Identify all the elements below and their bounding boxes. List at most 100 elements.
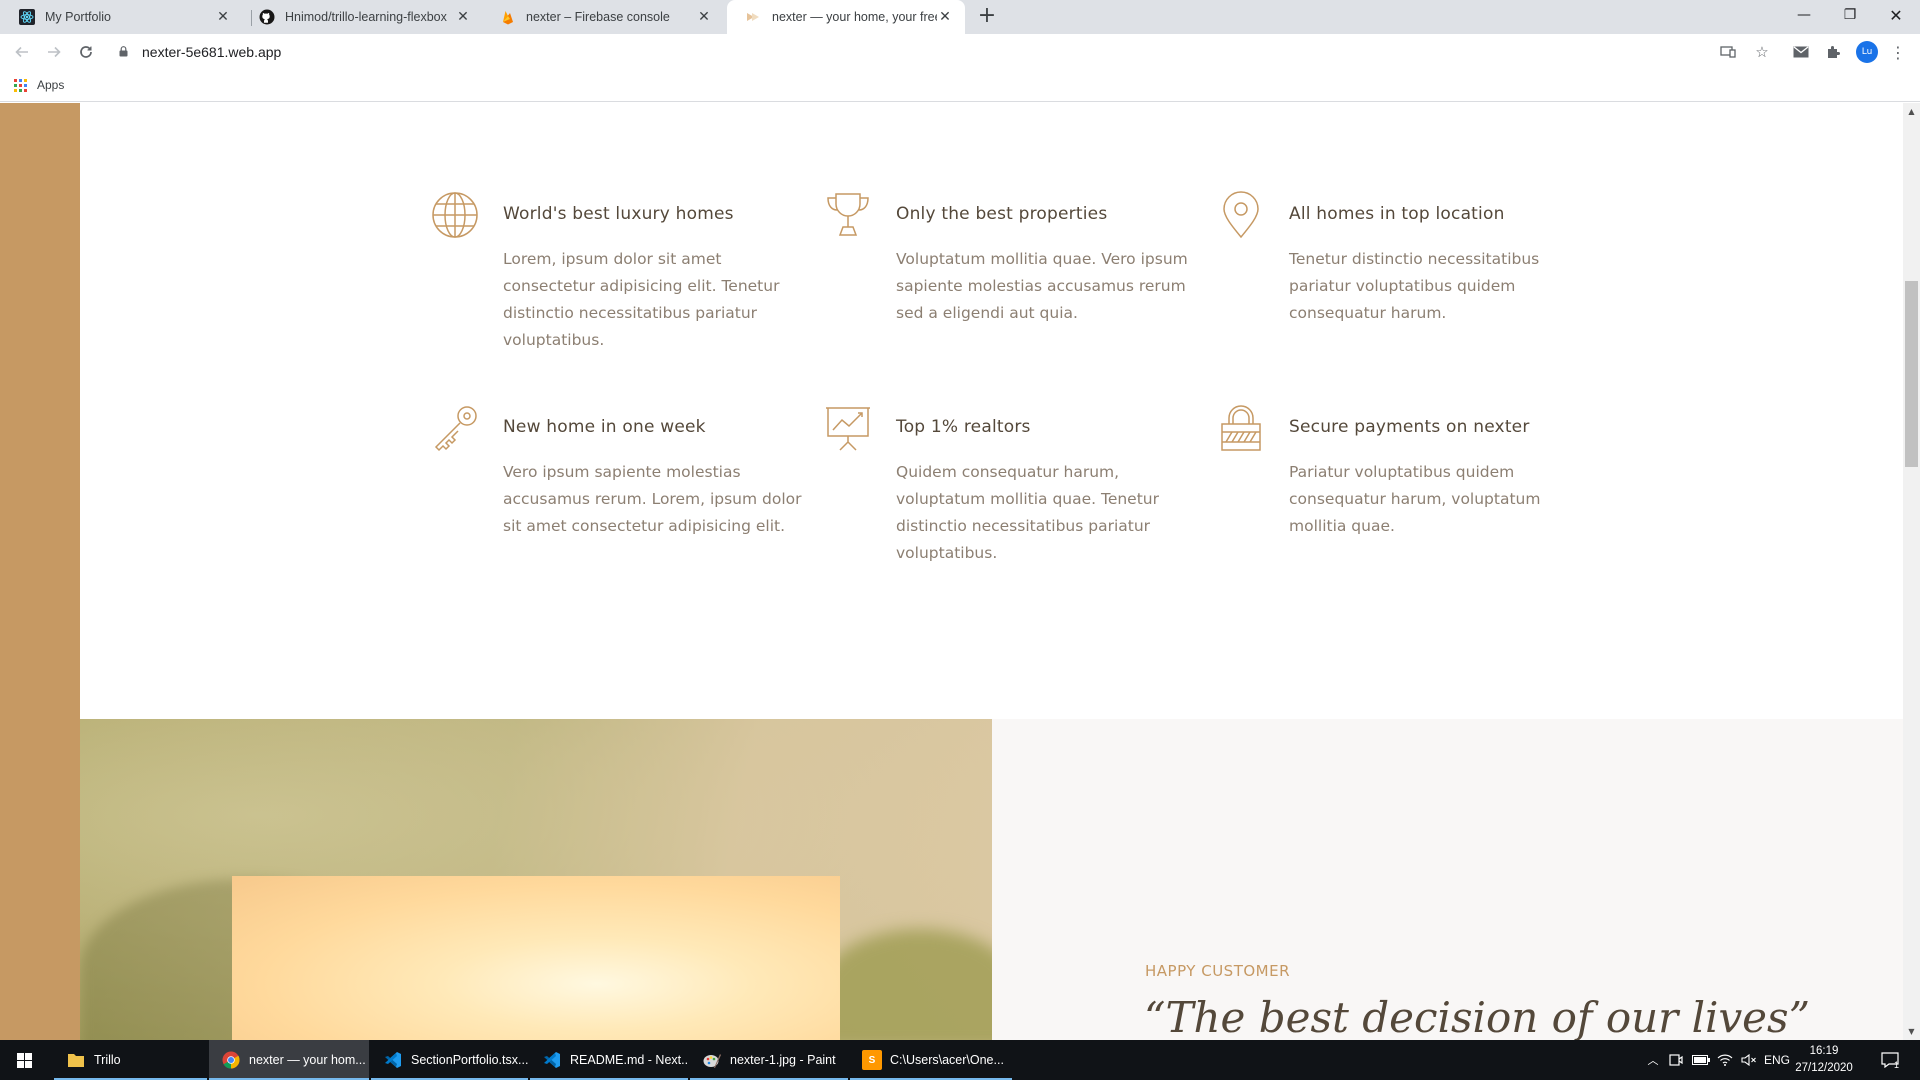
vscode-icon xyxy=(542,1050,562,1070)
feature-text: Voluptatum mollitia quae. Vero ipsum sap… xyxy=(896,250,1188,322)
nexter-logo-icon xyxy=(746,9,762,25)
arrow-right-icon xyxy=(48,46,61,58)
new-tab-button[interactable]: + xyxy=(975,5,999,29)
close-icon[interactable]: ✕ xyxy=(937,9,953,25)
taskbar-item-chrome[interactable]: nexter — your hom... xyxy=(209,1040,369,1080)
feature-text: Tenetur distinctio necessitatibus pariat… xyxy=(1289,250,1540,322)
mail-extension-icon[interactable] xyxy=(1791,42,1811,62)
battery-icon[interactable] xyxy=(1690,1040,1712,1080)
feature-text: Lorem, ipsum dolor sit amet consectetur … xyxy=(503,250,780,349)
testimonial-section: HAPPY CUSTOMER “The best decision of our… xyxy=(992,719,1903,1040)
clock-time: 16:19 xyxy=(1809,1045,1839,1057)
tab-title: Hnimod/trillo-learning-flexbox xyxy=(285,10,447,24)
feature-text: Quidem consequatur harum, voluptatum mol… xyxy=(896,463,1159,562)
chrome-icon xyxy=(221,1050,241,1070)
apps-label: Apps xyxy=(37,78,65,92)
taskbar-label: README.md - Next... xyxy=(570,1053,688,1067)
back-button[interactable] xyxy=(10,40,34,64)
tab-title: nexter – Firebase console xyxy=(526,10,670,24)
feature-title: Secure payments on nexter xyxy=(1289,417,1530,437)
scroll-down-arrow-icon[interactable]: ▼ xyxy=(1903,1023,1920,1040)
paint-palette-icon xyxy=(702,1050,722,1070)
volume-muted-icon[interactable] xyxy=(1738,1040,1760,1080)
feature-title: World's best luxury homes xyxy=(503,204,734,224)
start-button[interactable] xyxy=(0,1040,48,1080)
trophy-icon xyxy=(827,193,869,236)
windows-taskbar: Trillo nexter — your hom... SectionPortf… xyxy=(0,1040,1920,1080)
features-section: World's best luxury homes Lorem, ipsum d… xyxy=(80,103,1903,718)
vertical-scrollbar[interactable]: ▲ ▼ xyxy=(1903,103,1920,1040)
globe-icon xyxy=(432,192,478,238)
presentation-chart-icon xyxy=(826,407,870,451)
menu-kebab-icon[interactable]: ⋮ xyxy=(1888,42,1908,62)
map-pin-icon xyxy=(1223,191,1259,239)
taskbar-label: Trillo xyxy=(94,1053,121,1067)
folder-icon xyxy=(66,1050,86,1070)
scroll-up-arrow-icon[interactable]: ▲ xyxy=(1903,103,1920,120)
sublime-text-icon: S xyxy=(862,1050,882,1070)
close-icon[interactable]: ✕ xyxy=(455,9,471,25)
scrollbar-thumb[interactable] xyxy=(1905,281,1918,467)
taskbar-label: nexter-1.jpg - Paint xyxy=(730,1053,836,1067)
wifi-icon[interactable] xyxy=(1714,1040,1736,1080)
story-photo xyxy=(80,719,992,1040)
taskbar-item-paint[interactable]: nexter-1.jpg - Paint xyxy=(690,1040,848,1080)
arrow-left-icon xyxy=(15,46,28,58)
meet-now-icon[interactable] xyxy=(1666,1040,1686,1080)
feature-text: Pariatur voluptatibus quidem consequatur… xyxy=(1289,463,1541,535)
taskbar-item-vscode-1[interactable]: SectionPortfolio.tsx... xyxy=(371,1040,528,1080)
tab-title: My Portfolio xyxy=(45,10,111,24)
apps-grid-icon xyxy=(14,78,27,92)
react-icon xyxy=(19,9,35,25)
tab-my-portfolio[interactable]: My Portfolio ✕ xyxy=(0,0,243,34)
bookmark-star-icon[interactable]: ☆ xyxy=(1752,42,1772,62)
taskbar-item-sublime[interactable]: S C:\Users\acer\One... xyxy=(850,1040,1012,1080)
windows-logo-icon xyxy=(16,1052,32,1068)
taskbar-label: nexter — your hom... xyxy=(249,1053,366,1067)
feature-title: Top 1% realtors xyxy=(896,417,1031,437)
clock-date: 27/12/2020 xyxy=(1795,1062,1853,1074)
testimonial-label: HAPPY CUSTOMER xyxy=(1145,962,1291,980)
browser-tab-strip: My Portfolio ✕ Hnimod/trillo-learning-fl… xyxy=(0,0,1920,34)
feature-text: Vero ipsum sapiente molestias accusamus … xyxy=(503,463,802,535)
install-app-icon[interactable] xyxy=(1718,42,1738,62)
tab-nexter-active[interactable]: nexter — your home, your freedom ✕ xyxy=(727,0,965,34)
taskbar-label: SectionPortfolio.tsx... xyxy=(411,1053,528,1067)
page-sidebar xyxy=(0,103,80,1040)
story-inset-image xyxy=(232,876,840,1040)
bookmarks-bar: Apps xyxy=(0,70,1920,102)
vscode-icon xyxy=(383,1050,403,1070)
close-icon[interactable]: ✕ xyxy=(696,9,712,25)
page-viewport: World's best luxury homes Lorem, ipsum d… xyxy=(0,103,1920,1040)
profile-avatar[interactable]: Lu xyxy=(1856,41,1878,63)
notification-count: 1 xyxy=(1894,1060,1900,1070)
reload-button[interactable] xyxy=(74,40,98,64)
tab-firebase-console[interactable]: nexter – Firebase console ✕ xyxy=(481,0,724,34)
forward-button[interactable] xyxy=(42,40,66,64)
testimonial-quote: “The best decision of our lives” xyxy=(1144,993,1811,1040)
taskbar-item-trillo[interactable]: Trillo xyxy=(54,1040,207,1080)
system-clock[interactable]: 16:19 27/12/2020 xyxy=(1784,1043,1864,1077)
minimize-button[interactable]: — xyxy=(1781,0,1827,30)
browser-toolbar: nexter-5e681.web.app ☆ Lu ⋮ xyxy=(0,34,1920,70)
tab-title: nexter — your home, your freedom xyxy=(772,10,937,24)
tab-github[interactable]: Hnimod/trillo-learning-flexbox ✕ xyxy=(240,0,483,34)
apps-shortcut[interactable]: Apps xyxy=(14,78,64,92)
show-hidden-icons-chevron-icon[interactable]: ︿ xyxy=(1644,1040,1662,1080)
feature-title: Only the best properties xyxy=(896,204,1108,224)
taskbar-label: C:\Users\acer\One... xyxy=(890,1053,1004,1067)
close-window-button[interactable]: ✕ xyxy=(1873,0,1919,30)
feature-title: All homes in top location xyxy=(1289,204,1505,224)
close-icon[interactable]: ✕ xyxy=(215,9,231,25)
extensions-puzzle-icon[interactable] xyxy=(1823,42,1843,62)
github-icon xyxy=(259,9,275,25)
padlock-icon xyxy=(1221,405,1261,451)
firebase-icon xyxy=(500,9,516,25)
restore-button[interactable]: ❐ xyxy=(1827,0,1873,30)
taskbar-item-vscode-2[interactable]: README.md - Next... xyxy=(530,1040,688,1080)
key-icon xyxy=(434,406,477,452)
notifications-button[interactable]: 1 xyxy=(1870,1040,1910,1080)
feature-title: New home in one week xyxy=(503,417,706,437)
address-bar[interactable]: nexter-5e681.web.app xyxy=(142,44,281,60)
lock-icon xyxy=(119,46,128,57)
